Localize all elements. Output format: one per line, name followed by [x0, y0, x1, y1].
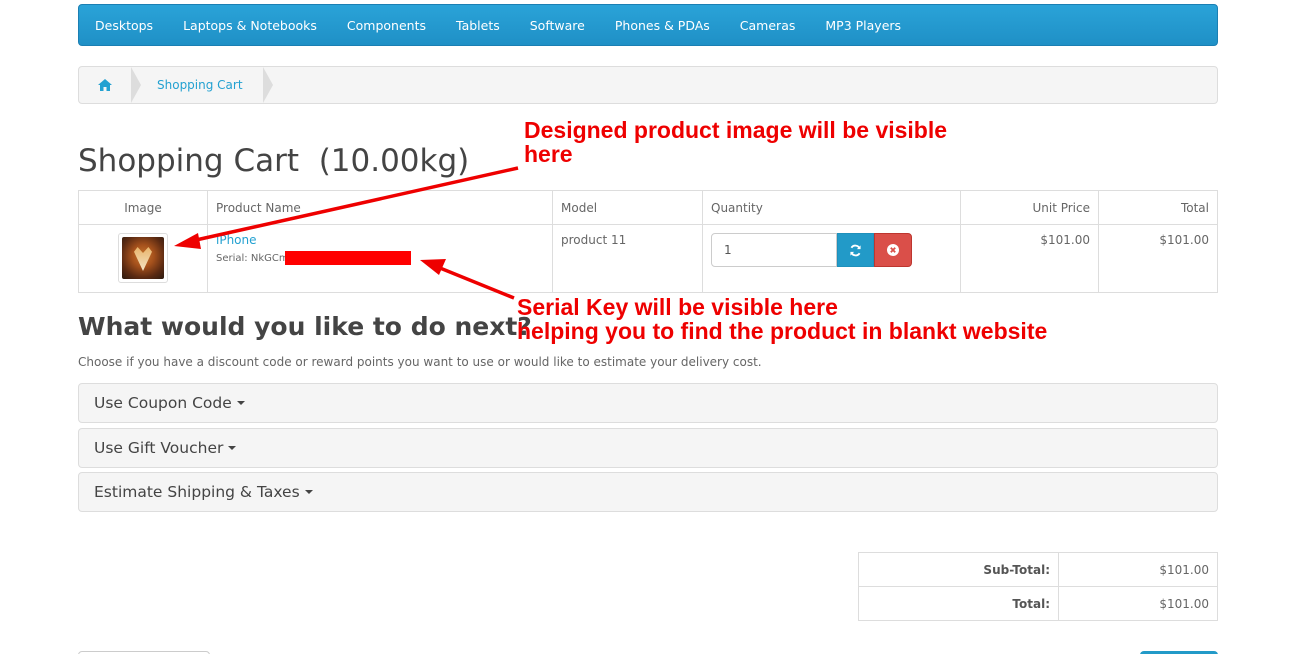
unit-price-cell: $101.00	[960, 224, 1099, 293]
breadcrumb: Shopping Cart	[78, 66, 1218, 104]
caret-down-icon	[228, 446, 237, 450]
menu-laptops[interactable]: Laptops & Notebooks	[183, 18, 317, 33]
annotation-serial: Serial Key will be visible here helping …	[517, 295, 1047, 343]
remove-icon	[887, 244, 899, 256]
shipping-panel[interactable]: Estimate Shipping & Taxes	[78, 472, 1218, 512]
remove-button[interactable]	[874, 233, 912, 267]
col-quantity: Quantity	[702, 190, 961, 225]
coupon-panel-label: Use Coupon Code	[94, 394, 232, 412]
annotation-image: Designed product image will be visible h…	[524, 118, 947, 166]
total-value: $101.00	[1058, 586, 1218, 621]
menu-mp3[interactable]: MP3 Players	[825, 18, 901, 33]
subtotal-value: $101.00	[1058, 552, 1218, 587]
annotation-image-line-2: here	[524, 141, 573, 167]
shipping-panel-label: Estimate Shipping & Taxes	[94, 483, 300, 501]
table-row: iPhone Serial: NkGCm product 11 1 $101.0…	[78, 224, 1218, 293]
serial-text: Serial: NkGCm	[216, 251, 544, 265]
col-total: Total	[1098, 190, 1218, 225]
menu-software[interactable]: Software	[530, 18, 585, 33]
home-icon	[98, 79, 112, 91]
annotation-image-line-1: Designed product image will be visible	[524, 117, 948, 143]
product-thumbnail[interactable]	[118, 233, 168, 283]
quantity-input[interactable]	[711, 233, 837, 267]
table-row: Total: $101.00	[858, 586, 1218, 621]
table-row: Sub-Total: $101.00	[858, 552, 1218, 587]
col-product-name: Product Name	[207, 190, 553, 225]
caret-down-icon	[304, 490, 313, 494]
menu-desktops[interactable]: Desktops	[95, 18, 153, 33]
breadcrumb-home[interactable]	[79, 67, 141, 103]
top-menu: Desktops Laptops & Notebooks Components …	[78, 4, 1218, 46]
refresh-icon	[850, 244, 861, 256]
breadcrumb-shopping-cart[interactable]: Shopping Cart	[131, 67, 273, 103]
voucher-panel-label: Use Gift Voucher	[94, 439, 224, 457]
product-name-link[interactable]: iPhone	[216, 233, 257, 247]
next-title: What would you like to do next?	[78, 312, 532, 341]
coupon-panel[interactable]: Use Coupon Code	[78, 383, 1218, 423]
col-unit-price: Unit Price	[960, 190, 1099, 225]
menu-phones[interactable]: Phones & PDAs	[615, 18, 710, 33]
menu-tablets[interactable]: Tablets	[456, 18, 500, 33]
totals-table: Sub-Total: $101.00 Total: $101.00	[858, 552, 1218, 621]
wolf-image	[122, 237, 164, 279]
update-button[interactable]	[837, 233, 874, 267]
page-title: Shopping Cart (10.00kg)	[78, 143, 470, 179]
voucher-panel[interactable]: Use Gift Voucher	[78, 428, 1218, 468]
serial-redaction	[284, 251, 411, 265]
subtotal-label: Sub-Total:	[858, 552, 1059, 587]
annotation-serial-line-2: helping you to find the product in blank…	[517, 318, 1048, 344]
serial-label: Serial: NkGCm	[216, 252, 289, 264]
model-cell: product 11	[552, 224, 703, 293]
menu-cameras[interactable]: Cameras	[740, 18, 796, 33]
col-model: Model	[552, 190, 703, 225]
menu-components[interactable]: Components	[347, 18, 426, 33]
quantity-control	[711, 233, 952, 267]
caret-down-icon	[236, 401, 245, 405]
cart-header-row: Image Product Name Model Quantity Unit P…	[78, 190, 1218, 225]
total-cell: $101.00	[1098, 224, 1218, 293]
cart-table: Image Product Name Model Quantity Unit P…	[78, 190, 1218, 293]
total-label: Total:	[858, 586, 1059, 621]
annotation-serial-line-1: Serial Key will be visible here	[517, 294, 838, 320]
next-description: Choose if you have a discount code or re…	[78, 355, 762, 369]
col-image: Image	[78, 190, 208, 225]
